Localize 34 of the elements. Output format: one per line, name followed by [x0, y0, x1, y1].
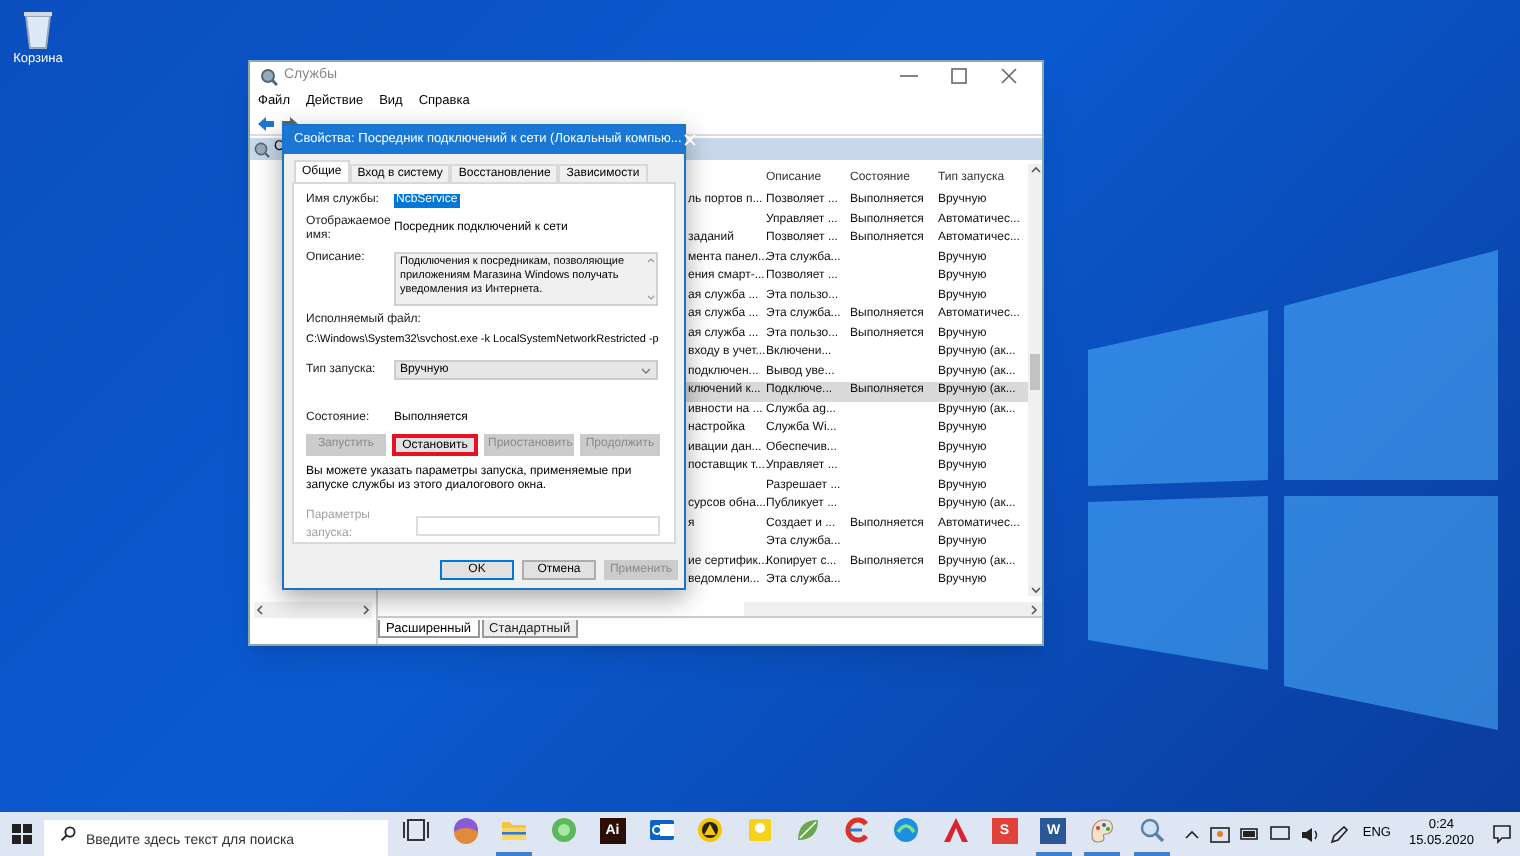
- monitor-icon[interactable]: [1270, 826, 1291, 842]
- gear-magnifier-icon: [260, 67, 278, 85]
- envelope-app-icon[interactable]: [647, 816, 676, 844]
- scrollbar-thumb[interactable]: [1030, 354, 1040, 390]
- start-parameters-field[interactable]: [416, 516, 660, 536]
- scroll-up-icon[interactable]: [1029, 164, 1041, 176]
- vertical-scrollbar[interactable]: [1028, 164, 1042, 596]
- chevron-up-icon[interactable]: [1184, 828, 1201, 840]
- folder-icon[interactable]: [500, 816, 529, 844]
- close-icon[interactable]: [681, 132, 698, 148]
- scroll-down-icon[interactable]: [1029, 584, 1041, 596]
- ball-icon[interactable]: [451, 816, 480, 844]
- swirl-icon[interactable]: [843, 816, 872, 844]
- notification-icon[interactable]: [1492, 824, 1512, 844]
- scroll-left-icon[interactable]: [254, 604, 266, 616]
- recycle-bin-icon[interactable]: [20, 6, 56, 50]
- task-view-icon[interactable]: [402, 816, 431, 844]
- pen-icon[interactable]: [1330, 825, 1349, 843]
- battery-icon[interactable]: [1240, 826, 1261, 842]
- search-icon: [60, 826, 76, 842]
- magnifier-icon[interactable]: [1137, 816, 1166, 844]
- gear-magnifier-icon: [254, 141, 270, 157]
- volume-icon[interactable]: [1300, 825, 1321, 843]
- palette-icon[interactable]: [1088, 816, 1117, 844]
- horizontal-scrollbar[interactable]: [254, 602, 372, 618]
- wave-icon[interactable]: [892, 816, 921, 844]
- scroll-right-icon[interactable]: [360, 604, 372, 616]
- scroll-right-icon[interactable]: [1028, 603, 1040, 615]
- triangle-app-icon[interactable]: [941, 816, 970, 844]
- horizontal-scrollbar[interactable]: [744, 602, 1042, 616]
- back-arrow-icon[interactable]: [256, 113, 276, 133]
- ring-icon[interactable]: [696, 816, 725, 844]
- chevron-down-icon: [640, 365, 652, 375]
- windows-start-icon[interactable]: [12, 824, 32, 844]
